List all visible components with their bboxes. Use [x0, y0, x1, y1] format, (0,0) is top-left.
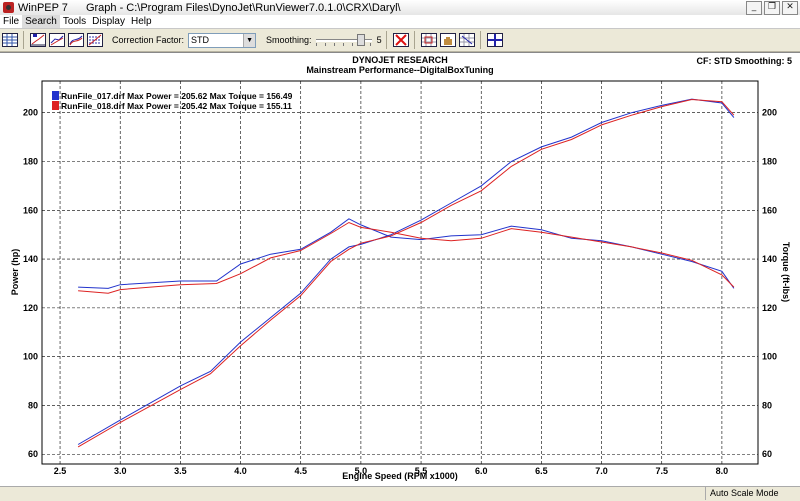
chart-title: DYNOJET RESEARCH	[352, 55, 448, 65]
chart-subtitle: Mainstream Performance--DigitalBoxTuning	[306, 65, 493, 75]
toolbar-separator	[413, 31, 415, 49]
graph-overlay-icon[interactable]	[67, 31, 85, 49]
x-tick-label: 7.5	[655, 466, 668, 476]
pan-hand-icon[interactable]	[439, 31, 457, 49]
y-tick-label-power: 160	[23, 205, 38, 215]
toolbar-separator	[479, 31, 481, 49]
menu-help[interactable]: Help	[128, 15, 155, 28]
x-tick-label: 3.0	[114, 466, 127, 476]
y-tick-label-power: 120	[23, 303, 38, 313]
toolbar: Correction Factor: STD ▼ Smoothing: 5	[0, 29, 800, 52]
smoothing-slider[interactable]	[315, 34, 372, 46]
y-tick-label-power: 80	[28, 400, 38, 410]
graph-power-icon[interactable]	[29, 31, 47, 49]
y-tick-label-torque: 180	[762, 157, 777, 167]
x-axis-label: Engine Speed (RPM x1000)	[342, 471, 458, 481]
y-axis-label-torque: Torque (ft-lbs)	[781, 242, 791, 302]
x-tick-label: 4.5	[294, 466, 307, 476]
y-tick-label-torque: 200	[762, 108, 777, 118]
chart-settings-text: CF: STD Smoothing: 5	[697, 56, 793, 66]
y-axis-label-power: Power (hp)	[10, 249, 20, 296]
smoothing-slider-knob[interactable]	[357, 34, 366, 46]
minimize-button[interactable]: _	[746, 1, 762, 15]
legend-entry-run018: RunFile_018.drf Max Power = 205.42 Max T…	[61, 101, 292, 111]
restore-button[interactable]: ❐	[764, 1, 780, 15]
dyno-chart[interactable]: DYNOJET RESEARCH Mainstream Performance-…	[0, 53, 800, 487]
correction-factor-select[interactable]: STD ▼	[188, 32, 257, 48]
x-tick-label: 6.5	[535, 466, 548, 476]
x-tick-label: 4.0	[234, 466, 247, 476]
x-tick-label: 7.0	[595, 466, 608, 476]
graph-multi-icon[interactable]	[86, 31, 104, 49]
legend-entry-run017: RunFile_017.drf Max Power = 205.62 Max T…	[61, 91, 293, 101]
window-title: Graph - C:\Program Files\DynoJet\RunView…	[85, 1, 401, 14]
x-tick-label: 6.0	[475, 466, 488, 476]
y-tick-label-torque: 160	[762, 205, 777, 215]
delete-run-icon[interactable]	[392, 31, 410, 49]
menu-file[interactable]: File	[0, 15, 22, 28]
correction-factor-label: Correction Factor:	[112, 35, 185, 45]
graph-window: DYNOJET RESEARCH Mainstream Performance-…	[0, 52, 800, 487]
smoothing-label: Smoothing:	[266, 35, 312, 45]
menu-search[interactable]: Search	[22, 15, 60, 28]
y-tick-label-torque: 60	[762, 449, 772, 459]
y-tick-label-power: 60	[28, 449, 38, 459]
toolbar-separator	[23, 31, 24, 49]
tile-windows-icon[interactable]	[1, 31, 19, 49]
app-name: WinPEP 7	[18, 1, 68, 14]
close-button[interactable]: ✕	[782, 1, 798, 15]
menu-tools[interactable]: Tools	[60, 15, 89, 28]
x-tick-label: 3.5	[174, 466, 187, 476]
graph-torque-icon[interactable]	[48, 31, 66, 49]
status-bar: Auto Scale Mode	[0, 486, 800, 501]
y-tick-label-torque: 100	[762, 352, 777, 362]
window-controls: _ ❐ ✕	[746, 1, 798, 15]
y-tick-label-torque: 80	[762, 400, 772, 410]
menu-display[interactable]: Display	[89, 15, 128, 28]
crosshair-cursor-icon[interactable]	[486, 31, 504, 49]
status-mode: Auto Scale Mode	[705, 487, 800, 500]
menu-bar: File Search Tools Display Help	[0, 15, 800, 29]
y-tick-label-power: 100	[23, 352, 38, 362]
toolbar-separator	[385, 31, 387, 49]
zoom-in-icon[interactable]	[420, 31, 438, 49]
legend-swatch-run017	[52, 91, 59, 100]
y-tick-label-torque: 120	[762, 303, 777, 313]
winpep-app-icon[interactable]	[3, 2, 14, 13]
zoom-out-icon[interactable]	[458, 31, 476, 49]
title-bar: WinPEP 7 Graph - C:\Program Files\DynoJe…	[0, 0, 800, 16]
x-tick-label: 8.0	[716, 466, 729, 476]
legend: RunFile_017.drf Max Power = 205.62 Max T…	[52, 91, 293, 111]
correction-factor-value: STD	[191, 35, 210, 45]
y-tick-label-power: 180	[23, 157, 38, 167]
x-tick-label: 2.5	[54, 466, 67, 476]
y-tick-label-power: 140	[23, 254, 38, 264]
y-tick-label-power: 200	[23, 108, 38, 118]
chevron-down-icon[interactable]: ▼	[243, 33, 256, 47]
legend-swatch-run018	[52, 101, 59, 110]
smoothing-value: 5	[376, 35, 382, 45]
y-tick-label-torque: 140	[762, 254, 777, 264]
